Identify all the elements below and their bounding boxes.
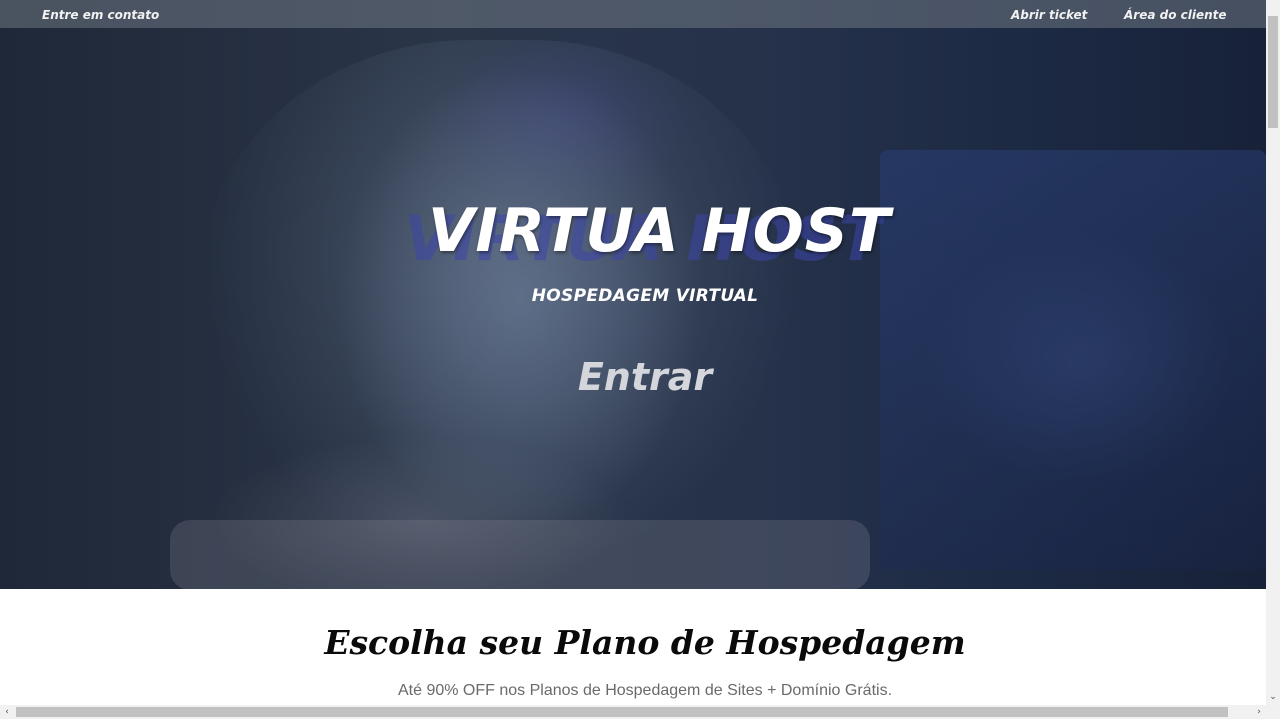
brand-subtitle: HOSPEDAGEM VIRTUAL — [531, 286, 759, 306]
brand-title: VIRTUA HOST — [428, 196, 891, 266]
page-viewport: Entre em contato Abrir ticket Área do cl… — [0, 0, 1266, 705]
open-ticket-link[interactable]: Abrir ticket — [1011, 8, 1087, 22]
plans-heading: Escolha seu Plano de Hospedagem — [324, 623, 966, 662]
enter-button[interactable]: Entrar — [563, 350, 727, 402]
hero-section: Entre em contato Abrir ticket Área do cl… — [0, 0, 1266, 589]
contact-link[interactable]: Entre em contato — [42, 8, 159, 22]
plans-section: Escolha seu Plano de Hospedagem Até 90% … — [0, 589, 1266, 705]
plans-subheading: Até 90% OFF nos Planos de Hospedagem de … — [397, 682, 893, 699]
scroll-right-arrow-icon[interactable]: › — [1252, 705, 1266, 719]
top-navigation-bar: Entre em contato Abrir ticket Área do cl… — [0, 0, 1266, 28]
vertical-scrollbar[interactable]: ⌄ — [1266, 0, 1280, 705]
hero-background-person — [200, 40, 800, 580]
horizontal-scrollbar-thumb[interactable] — [16, 707, 1228, 717]
brand-logo: VIRTUA HOST VIRTUA HOST — [0, 196, 1266, 276]
scroll-left-arrow-icon[interactable]: ‹ — [0, 705, 14, 719]
vertical-scrollbar-thumb[interactable] — [1268, 16, 1278, 128]
scroll-down-arrow-icon[interactable]: ⌄ — [1266, 689, 1280, 705]
horizontal-scrollbar[interactable]: ‹ › — [0, 705, 1280, 719]
client-area-link[interactable]: Área do cliente — [1124, 8, 1227, 22]
hero-background-desk — [170, 520, 870, 589]
